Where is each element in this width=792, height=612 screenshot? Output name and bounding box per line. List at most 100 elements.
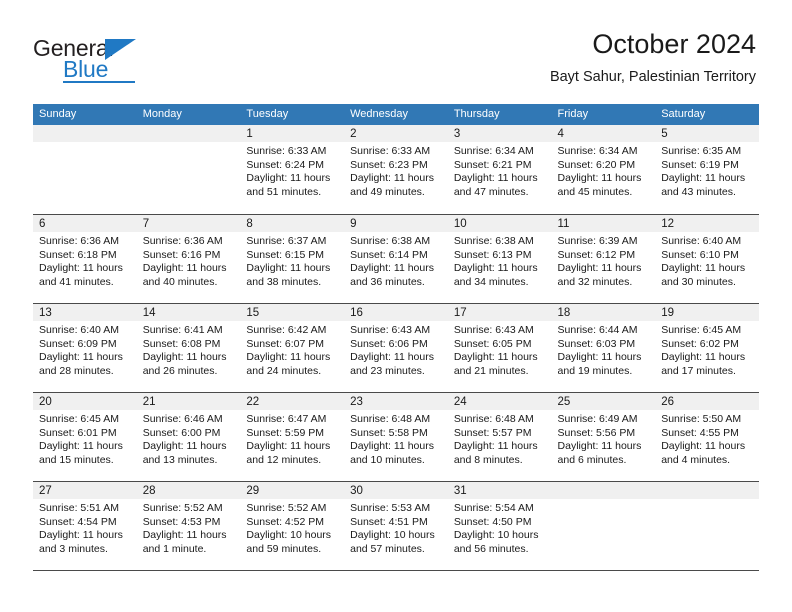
day-details: Sunrise: 5:52 AM Sunset: 4:53 PM Daylight:… [137,499,241,557]
calendar-day-cell[interactable]: 5 Sunrise: 6:35 AM Sunset: 6:19 PM Daylight… [655,125,759,214]
calendar-day-cell[interactable]: 9 Sunrise: 6:38 AM Sunset: 6:14 PM Daylight… [344,214,448,303]
calendar-bottom-rule [33,570,759,571]
sunset-time: Sunset: 6:15 PM [246,248,325,261]
calendar-day-cell[interactable]: 15 Sunrise: 6:42 AM Sunset: 6:07 PM Dayligh… [240,303,345,392]
day-details: Sunrise: 6:49 AM Sunset: 5:56 PM Daylight:… [552,410,656,468]
calendar-day-cell[interactable]: 12 Sunrise: 6:40 AM Sunset: 6:10 PM Dayligh… [655,214,759,303]
sunset-time: Sunset: 6:10 PM [661,248,739,261]
general-blue-logo: General Blue [33,36,213,88]
calendar-day-cell[interactable]: 19 Sunrise: 6:45 AM Sunset: 6:02 PM Dayligh… [655,303,759,392]
calendar-day-cell[interactable]: 28 Sunrise: 5:52 AM Sunset: 4:53 PM Dayligh… [136,481,241,570]
sunrise-time: Sunrise: 6:49 AM [557,413,638,425]
sunrise-time: Sunrise: 6:35 AM [661,145,742,157]
sunrise-time: Sunrise: 6:43 AM [350,324,431,336]
calendar-week-row: 27 Sunrise: 5:51 AM Sunset: 4:54 PM Dayligh… [33,481,759,570]
calendar-day-cell[interactable]: 7 Sunrise: 6:36 AM Sunset: 6:16 PM Daylight… [136,214,241,303]
day-details: Sunrise: 6:33 AM Sunset: 6:24 PM Daylight:… [240,142,344,200]
calendar-day-cell[interactable]: 2 Sunrise: 6:33 AM Sunset: 6:23 PM Daylight… [344,125,448,214]
sunrise-time: Sunrise: 6:34 AM [557,145,638,157]
day-details: Sunrise: 6:38 AM Sunset: 6:14 PM Daylight:… [344,232,448,290]
calendar-page: General Blue October 2024 Bayt Sahur, Pa… [0,0,792,612]
sunset-time: Sunset: 6:01 PM [39,426,117,439]
calendar-day-cell[interactable]: 14 Sunrise: 6:41 AM Sunset: 6:08 PM Dayligh… [136,303,241,392]
daylight-duration: Daylight: 11 hours and 30 minutes. [661,262,746,289]
sunset-time: Sunset: 5:59 PM [246,426,325,439]
weekday-header-saturday: Saturday [661,108,706,120]
calendar-week-row: 20 Sunrise: 6:45 AM Sunset: 6:01 PM Dayligh… [33,392,759,481]
weekday-header-tuesday: Tuesday [246,108,289,120]
day-number: 31 [447,482,552,499]
sunrise-time: Sunrise: 5:52 AM [246,502,327,514]
day-number: 30 [344,482,448,499]
sunset-time: Sunset: 4:55 PM [661,426,739,439]
day-details: Sunrise: 6:48 AM Sunset: 5:58 PM Daylight:… [344,410,448,468]
calendar-grid: Sunday Monday Tuesday Wednesday Thursday… [33,104,759,571]
sunset-time: Sunset: 6:14 PM [350,248,428,261]
calendar-day-cell[interactable]: 17 Sunrise: 6:43 AM Sunset: 6:05 PM Dayligh… [447,303,552,392]
calendar-day-cell[interactable]: 11 Sunrise: 6:39 AM Sunset: 6:12 PM Dayligh… [551,214,656,303]
sunset-time: Sunset: 6:08 PM [142,337,221,350]
sunset-time: Sunset: 6:09 PM [39,337,117,350]
weekday-header-row: Sunday Monday Tuesday Wednesday Thursday… [33,104,759,125]
day-details: Sunrise: 5:50 AM Sunset: 4:55 PM Daylight:… [655,410,759,468]
sunset-time: Sunset: 6:19 PM [661,158,739,171]
calendar-day-cell[interactable]: 23 Sunrise: 6:48 AM Sunset: 5:58 PM Dayligh… [344,392,448,481]
sunrise-time: Sunrise: 5:53 AM [350,502,431,514]
calendar-day-cell[interactable]: 24 Sunrise: 6:48 AM Sunset: 5:57 PM Dayligh… [447,392,552,481]
sunrise-time: Sunrise: 6:45 AM [661,324,742,336]
daylight-duration: Daylight: 11 hours and 17 minutes. [661,351,746,378]
calendar-week-row: 1 Sunrise: 6:33 AM Sunset: 6:24 PM Daylight… [33,125,759,214]
calendar-week-row: 13 Sunrise: 6:40 AM Sunset: 6:09 PM Dayligh… [33,303,759,392]
calendar-day-cell[interactable]: 29 Sunrise: 5:52 AM Sunset: 4:52 PM Dayligh… [240,481,345,570]
day-number: 26 [655,393,759,410]
sunset-time: Sunset: 4:54 PM [39,515,117,528]
calendar-day-cell[interactable]: 13 Sunrise: 6:40 AM Sunset: 6:09 PM Dayligh… [33,303,137,392]
day-number: 13 [33,304,137,321]
sunrise-time: Sunrise: 6:48 AM [350,413,431,425]
day-number: 8 [240,215,345,232]
day-details: Sunrise: 6:45 AM Sunset: 6:02 PM Daylight:… [655,321,759,379]
calendar-weeks: 1 Sunrise: 6:33 AM Sunset: 6:24 PM Daylight… [33,125,759,570]
day-number: 23 [344,393,448,410]
calendar-day-cell[interactable]: 10 Sunrise: 6:38 AM Sunset: 6:13 PM Dayligh… [447,214,552,303]
calendar-day-cell[interactable]: 18 Sunrise: 6:44 AM Sunset: 6:03 PM Dayligh… [551,303,656,392]
sunset-time: Sunset: 6:23 PM [350,158,428,171]
sunset-time: Sunset: 4:52 PM [246,515,325,528]
calendar-day-cell[interactable]: 21 Sunrise: 6:46 AM Sunset: 6:00 PM Dayligh… [136,392,241,481]
sunset-time: Sunset: 6:03 PM [557,337,636,350]
calendar-day-cell[interactable]: 22 Sunrise: 6:47 AM Sunset: 5:59 PM Dayligh… [240,392,345,481]
calendar-day-cell[interactable]: 3 Sunrise: 6:34 AM Sunset: 6:21 PM Daylight… [447,125,552,214]
day-number: 12 [655,215,759,232]
calendar-day-cell-empty [655,481,759,570]
daylight-duration: Daylight: 11 hours and 13 minutes. [142,440,227,467]
calendar-day-cell[interactable]: 6 Sunrise: 6:36 AM Sunset: 6:18 PM Daylight… [33,214,137,303]
calendar-day-cell[interactable]: 25 Sunrise: 6:49 AM Sunset: 5:56 PM Dayligh… [551,392,656,481]
sunset-time: Sunset: 6:24 PM [246,158,325,171]
day-number: 21 [136,393,241,410]
weekday-header-monday: Monday [142,108,182,120]
day-number [551,482,656,499]
daylight-duration: Daylight: 11 hours and 10 minutes. [350,440,434,467]
calendar-day-cell[interactable]: 31 Sunrise: 5:54 AM Sunset: 4:50 PM Dayligh… [447,481,552,570]
calendar-day-cell[interactable]: 8 Sunrise: 6:37 AM Sunset: 6:15 PM Daylight… [240,214,345,303]
calendar-day-cell[interactable]: 20 Sunrise: 6:45 AM Sunset: 6:01 PM Dayligh… [33,392,137,481]
title-block: October 2024 Bayt Sahur, Palestinian Ter… [550,28,756,86]
day-details: Sunrise: 6:43 AM Sunset: 6:05 PM Daylight:… [448,321,552,379]
calendar-day-cell[interactable]: 1 Sunrise: 6:33 AM Sunset: 6:24 PM Daylight… [240,125,345,214]
daylight-duration: Daylight: 10 hours and 57 minutes. [350,529,435,556]
logo-text-blue: Blue [63,56,109,82]
calendar-day-cell[interactable]: 27 Sunrise: 5:51 AM Sunset: 4:54 PM Dayligh… [33,481,137,570]
page-title: October 2024 [592,29,756,59]
sunrise-time: Sunrise: 6:38 AM [453,235,534,247]
calendar-day-cell[interactable]: 30 Sunrise: 5:53 AM Sunset: 4:51 PM Dayligh… [344,481,448,570]
calendar-day-cell[interactable]: 4 Sunrise: 6:34 AM Sunset: 6:20 PM Daylight… [551,125,656,214]
day-details: Sunrise: 6:41 AM Sunset: 6:08 PM Daylight:… [137,321,241,379]
day-details: Sunrise: 6:33 AM Sunset: 6:23 PM Daylight:… [344,142,448,200]
calendar-day-cell[interactable]: 16 Sunrise: 6:43 AM Sunset: 6:06 PM Dayligh… [344,303,448,392]
day-number: 22 [240,393,345,410]
weekday-header-friday: Friday [557,108,589,120]
day-number: 10 [447,215,552,232]
day-details: Sunrise: 6:42 AM Sunset: 6:07 PM Daylight:… [240,321,344,379]
day-details: Sunrise: 6:37 AM Sunset: 6:15 PM Daylight:… [240,232,344,290]
calendar-day-cell[interactable]: 26 Sunrise: 5:50 AM Sunset: 4:55 PM Dayligh… [655,392,759,481]
